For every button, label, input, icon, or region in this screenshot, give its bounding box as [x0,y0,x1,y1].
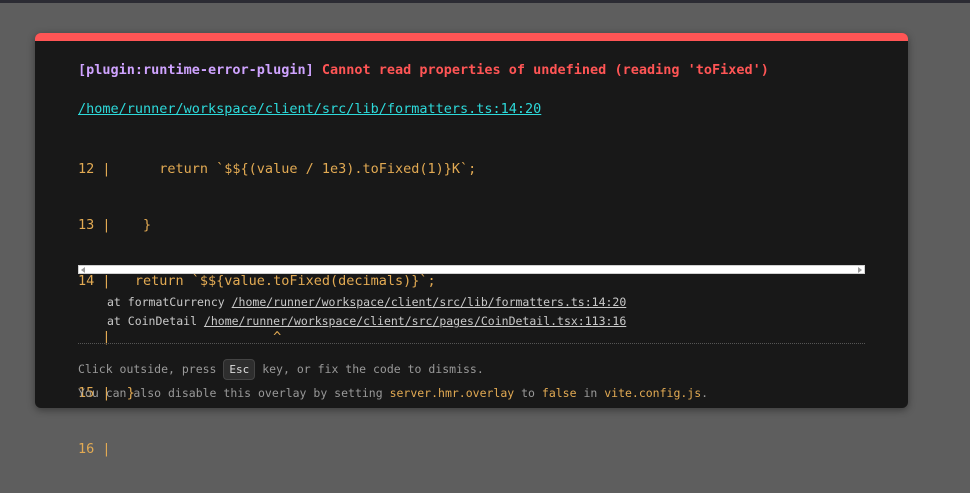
stack-frame: at CoinDetail /home/runner/workspace/cli… [107,312,626,331]
tip-setting-name: server.hmr.overlay [389,386,515,400]
tip-text: You can also disable this overlay by set… [78,386,390,400]
code-line: 13 | } [78,217,152,233]
stack-frame-location-link[interactable]: /home/runner/workspace/client/src/pages/… [204,314,626,328]
dismiss-tip-line: Click outside, press Esc key, or fix the… [78,357,708,381]
code-line: 12 | return `$${(value / 1e3).toFixed(1)… [78,161,477,177]
tip-setting-value: false [541,386,577,400]
stack-frame: at formatCurrency /home/runner/workspace… [107,293,626,312]
tip-text: Click outside, press [78,362,224,376]
top-bar [0,0,970,3]
disable-tip-line: You can also disable this overlay by set… [78,381,708,405]
divider [78,343,865,344]
tip-text: key, or fix the code to dismiss. [255,362,484,376]
tip-text: . [701,386,709,400]
dismiss-tip: Click outside, press Esc key, or fix the… [78,357,708,405]
tip-text: in [576,386,605,400]
code-line: 16 | [78,441,111,457]
stack-frame-function: at CoinDetail [107,314,204,328]
error-file-link[interactable]: /home/runner/workspace/client/src/lib/fo… [78,101,541,117]
esc-key: Esc [223,359,256,380]
error-plugin-label: [plugin:runtime-error-plugin] [78,62,314,78]
tip-text: to [514,386,542,400]
error-overlay: [plugin:runtime-error-plugin] Cannot rea… [35,33,908,457]
scroll-left-arrow-icon[interactable] [81,267,85,273]
code-frame-horizontal-scrollbar[interactable] [78,265,865,274]
scroll-right-arrow-icon[interactable] [858,267,862,273]
stack-trace: at formatCurrency /home/runner/workspace… [107,293,626,331]
error-message: [plugin:runtime-error-plugin] Cannot rea… [78,62,769,78]
error-message-text: Cannot read properties of undefined (rea… [321,62,769,78]
stack-frame-location-link[interactable]: /home/runner/workspace/client/src/lib/fo… [232,295,627,309]
stack-frame-function: at formatCurrency [107,295,232,309]
tip-config-file: vite.config.js [604,386,702,400]
